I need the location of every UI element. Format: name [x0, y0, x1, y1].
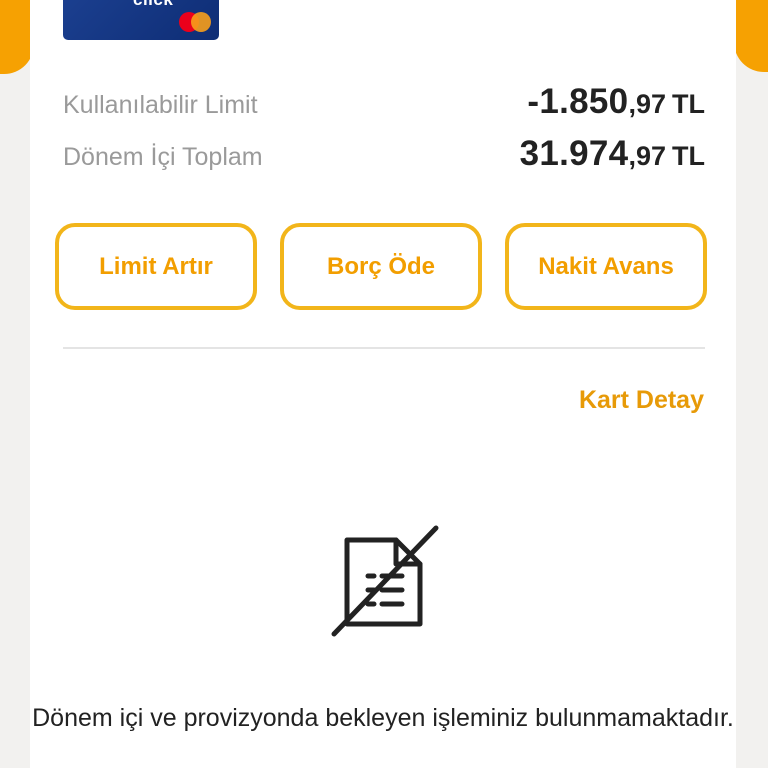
period-total-value: 31.974,97 TL	[519, 134, 705, 173]
empty-state-message: Dönem içi ve provizyonda bekleyen işlemi…	[32, 704, 734, 732]
divider	[63, 347, 705, 349]
available-limit-value: -1.850,97 TL	[527, 82, 705, 121]
no-documents-icon	[331, 525, 439, 637]
available-limit-label: Kullanılabilir Limit	[63, 91, 258, 119]
card-panel: click Kullanılabilir Limit -1.850,97TL D…	[30, 0, 736, 768]
cash-advance-button[interactable]: Nakit Avans	[505, 223, 707, 310]
period-total-label: Dönem İçi Toplam	[63, 143, 263, 171]
accent-left	[0, 0, 34, 74]
card-brand-text: click	[133, 0, 173, 10]
card-thumbnail[interactable]: click	[63, 0, 219, 40]
accent-right	[734, 0, 768, 72]
mastercard-icon	[179, 12, 213, 32]
available-limit-row: Kullanılabilir Limit -1.850,97 TL	[63, 82, 705, 122]
period-total-row: Dönem İçi Toplam 31.974,97 TL	[63, 134, 705, 174]
increase-limit-button[interactable]: Limit Artır	[55, 223, 257, 310]
pay-debt-button[interactable]: Borç Öde	[280, 223, 482, 310]
card-detail-link[interactable]: Kart Detay	[579, 386, 704, 415]
